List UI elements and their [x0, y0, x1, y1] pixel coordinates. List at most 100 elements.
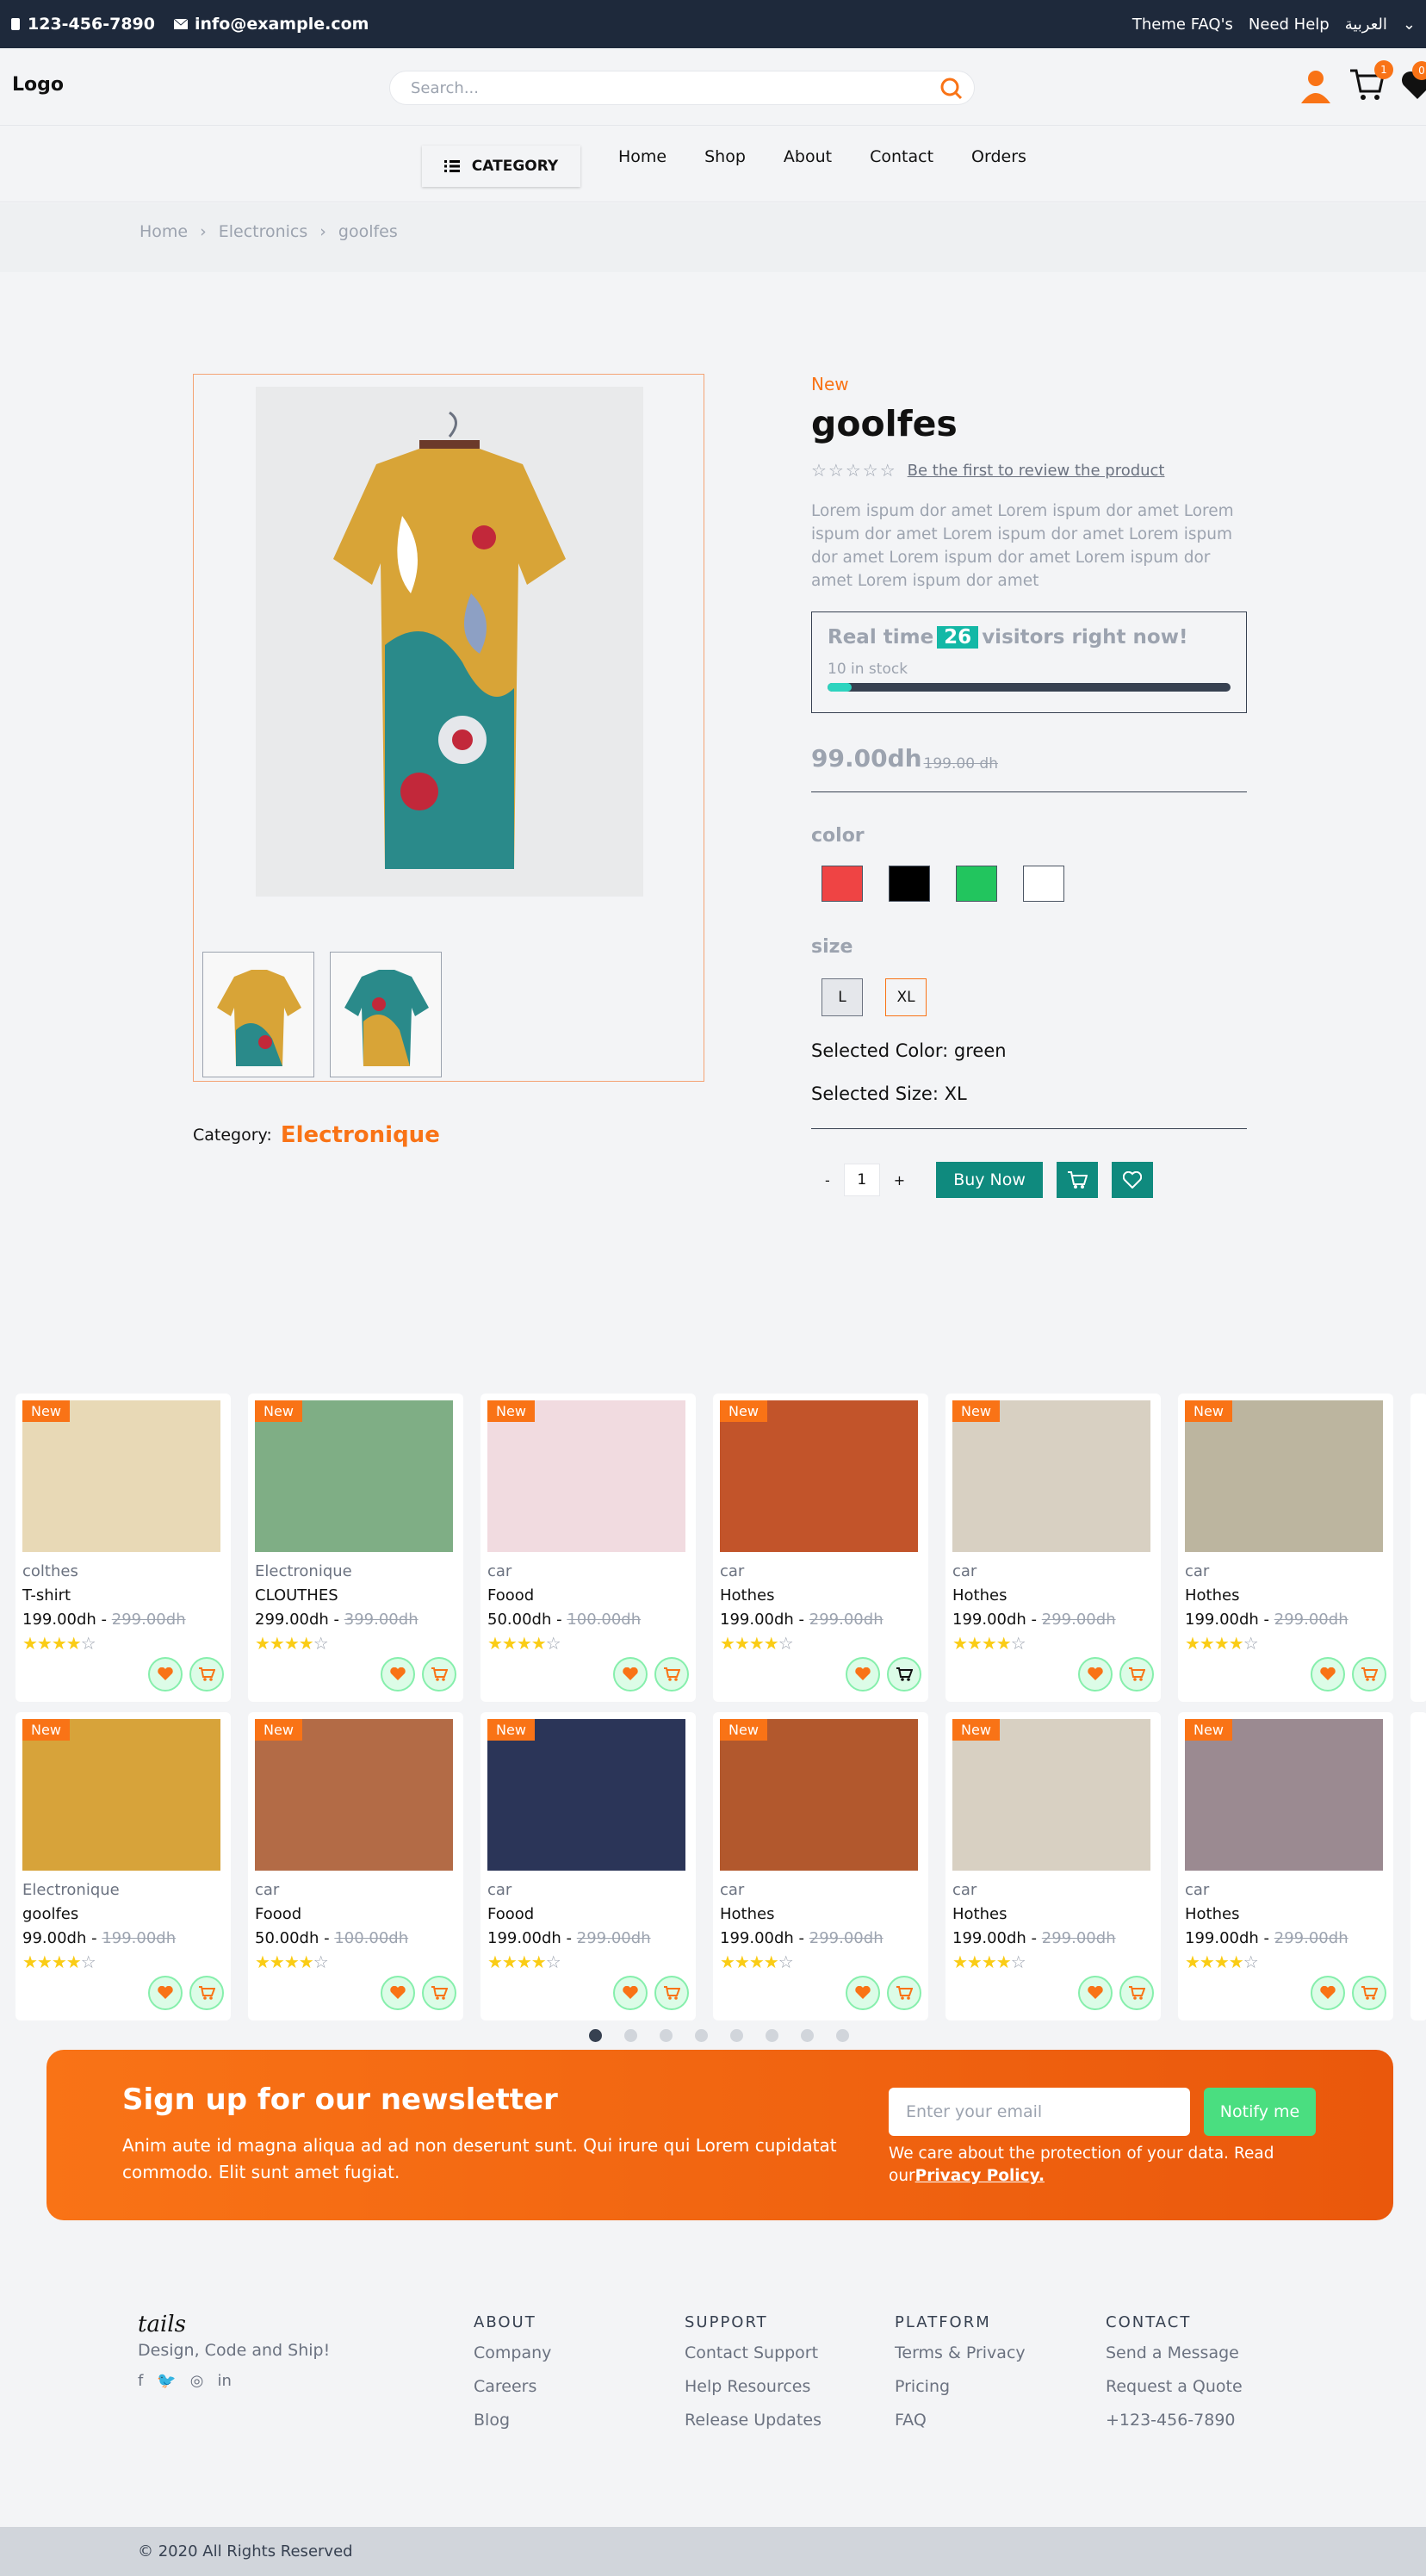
product-image[interactable]: [487, 1719, 685, 1871]
qty-plus-button[interactable]: +: [894, 1172, 905, 1189]
category-button[interactable]: CATEGORY: [422, 146, 580, 187]
product-main-image[interactable]: [256, 387, 643, 897]
breadcrumb-home[interactable]: Home: [140, 222, 188, 241]
product-card[interactable]: New car Hothes 199.00dh - 299.00dh ★★★★☆: [946, 1712, 1161, 2020]
category-link[interactable]: Electronique: [281, 1122, 440, 1148]
wishlist-button[interactable]: 0: [1400, 61, 1426, 104]
qty-input[interactable]: 1: [843, 1164, 880, 1196]
footer-logo[interactable]: tails: [138, 2312, 330, 2337]
newsletter-email-input[interactable]: Enter your email: [889, 2088, 1190, 2136]
footer-link[interactable]: Careers: [474, 2377, 551, 2396]
footer-link[interactable]: Company: [474, 2343, 551, 2362]
add-to-wishlist-button[interactable]: [381, 1976, 415, 2010]
size-option-xl[interactable]: XL: [885, 978, 927, 1016]
product-image[interactable]: [255, 1400, 453, 1552]
privacy-link[interactable]: Privacy Policy.: [915, 2167, 1045, 2185]
add-to-cart-button[interactable]: [422, 1657, 456, 1691]
product-name[interactable]: T-shirt: [22, 1586, 71, 1605]
notify-me-button[interactable]: Notify me: [1204, 2088, 1316, 2136]
twitter-icon[interactable]: 🐦: [157, 2372, 176, 2390]
carousel-dot[interactable]: [624, 2029, 637, 2042]
add-to-wishlist-button[interactable]: [613, 1657, 648, 1691]
add-to-cart-button[interactable]: [654, 1976, 689, 2010]
add-to-cart-button[interactable]: [1352, 1976, 1386, 2010]
footer-link[interactable]: Send a Message: [1106, 2343, 1243, 2362]
nav-orders[interactable]: Orders: [971, 147, 1026, 166]
footer-link[interactable]: Blog: [474, 2411, 551, 2430]
footer-link[interactable]: +123-456-7890: [1106, 2411, 1243, 2430]
product-name[interactable]: Hothes: [1185, 1905, 1239, 1923]
add-to-wishlist-button[interactable]: [381, 1657, 415, 1691]
add-to-wishlist-button[interactable]: [846, 1657, 880, 1691]
thumbnail[interactable]: [202, 952, 314, 1077]
product-name[interactable]: Foood: [487, 1905, 534, 1923]
product-image[interactable]: [22, 1719, 220, 1871]
product-name[interactable]: CLOUTHES: [255, 1586, 338, 1605]
product-name[interactable]: Hothes: [952, 1586, 1007, 1605]
add-to-cart-button[interactable]: [887, 1657, 921, 1691]
product-card[interactable]: New car Hothes 199.00dh - 299.00dh ★★★★☆: [1178, 1394, 1393, 1702]
product-card[interactable]: New colthes T-shirt 199.00dh - 299.00dh ★★★★…: [16, 1394, 231, 1702]
product-name[interactable]: Hothes: [720, 1586, 774, 1605]
add-to-wishlist-button[interactable]: [1078, 1657, 1113, 1691]
product-name[interactable]: Foood: [255, 1905, 301, 1923]
add-to-cart-button[interactable]: [654, 1657, 689, 1691]
logo[interactable]: Logo: [12, 74, 64, 96]
product-image[interactable]: [255, 1719, 453, 1871]
faq-link[interactable]: Theme FAQ's: [1132, 16, 1233, 34]
help-link[interactable]: Need Help: [1249, 16, 1330, 34]
add-to-cart-button[interactable]: [1119, 1976, 1154, 2010]
product-image[interactable]: [22, 1400, 220, 1552]
user-icon[interactable]: [1299, 67, 1333, 105]
nav-contact[interactable]: Contact: [870, 147, 933, 166]
product-image[interactable]: [720, 1719, 918, 1871]
product-card[interactable]: New car Foood 50.00dh - 100.00dh ★★★★☆: [480, 1394, 696, 1702]
footer-link[interactable]: Pricing: [895, 2377, 1026, 2396]
footer-link[interactable]: Terms & Privacy: [895, 2343, 1026, 2362]
color-swatch-red[interactable]: [822, 866, 863, 902]
add-to-wishlist-button[interactable]: [148, 1976, 183, 2010]
instagram-icon[interactable]: ◎: [190, 2372, 204, 2390]
product-image[interactable]: [952, 1400, 1150, 1552]
nav-about[interactable]: About: [784, 147, 832, 166]
search-input[interactable]: Search...: [389, 71, 975, 105]
search-icon[interactable]: [938, 75, 965, 102]
add-to-wishlist-button[interactable]: [846, 1976, 880, 2010]
carousel-dot[interactable]: [589, 2029, 602, 2042]
product-card-partial[interactable]: [1410, 1394, 1426, 1702]
product-card[interactable]: New car Hothes 199.00dh - 299.00dh ★★★★☆: [946, 1394, 1161, 1702]
product-name[interactable]: goolfes: [22, 1905, 78, 1923]
footer-link[interactable]: Contact Support: [685, 2343, 822, 2362]
language-select[interactable]: العربية: [1345, 16, 1387, 34]
add-to-cart-button[interactable]: [1352, 1657, 1386, 1691]
add-to-wishlist-button[interactable]: [1078, 1976, 1113, 2010]
carousel-dot[interactable]: [695, 2029, 708, 2042]
carousel-dot[interactable]: [766, 2029, 778, 2042]
add-to-cart-button[interactable]: [887, 1976, 921, 2010]
cart-button[interactable]: 1: [1348, 60, 1393, 105]
size-option-l[interactable]: L: [822, 978, 863, 1016]
thumbnail[interactable]: [330, 952, 442, 1077]
add-to-cart-button[interactable]: [1056, 1162, 1098, 1198]
product-card[interactable]: New Electronique CLOUTHES 299.00dh - 399.00…: [248, 1394, 463, 1702]
product-image[interactable]: [952, 1719, 1150, 1871]
product-image[interactable]: [720, 1400, 918, 1552]
chevron-down-icon[interactable]: ⌄: [1403, 16, 1416, 34]
buy-now-button[interactable]: Buy Now: [936, 1162, 1043, 1198]
add-to-cart-button[interactable]: [189, 1657, 224, 1691]
carousel-dot[interactable]: [836, 2029, 849, 2042]
carousel-dot[interactable]: [660, 2029, 673, 2042]
facebook-icon[interactable]: f: [138, 2372, 143, 2390]
add-to-wishlist-button[interactable]: [1311, 1976, 1345, 2010]
product-card[interactable]: New car Foood 199.00dh - 299.00dh ★★★★☆: [480, 1712, 696, 2020]
nav-home[interactable]: Home: [618, 147, 666, 166]
linkedin-icon[interactable]: in: [217, 2372, 231, 2390]
color-swatch-green[interactable]: [956, 866, 997, 902]
review-link[interactable]: Be the first to review the product: [908, 462, 1165, 480]
carousel-dot[interactable]: [801, 2029, 814, 2042]
product-image[interactable]: [1185, 1400, 1383, 1552]
product-name[interactable]: Hothes: [720, 1905, 774, 1923]
product-card-partial[interactable]: [1410, 1712, 1426, 2020]
product-card[interactable]: New car Hothes 199.00dh - 299.00dh ★★★★☆: [713, 1712, 928, 2020]
color-swatch-white[interactable]: [1023, 866, 1064, 902]
